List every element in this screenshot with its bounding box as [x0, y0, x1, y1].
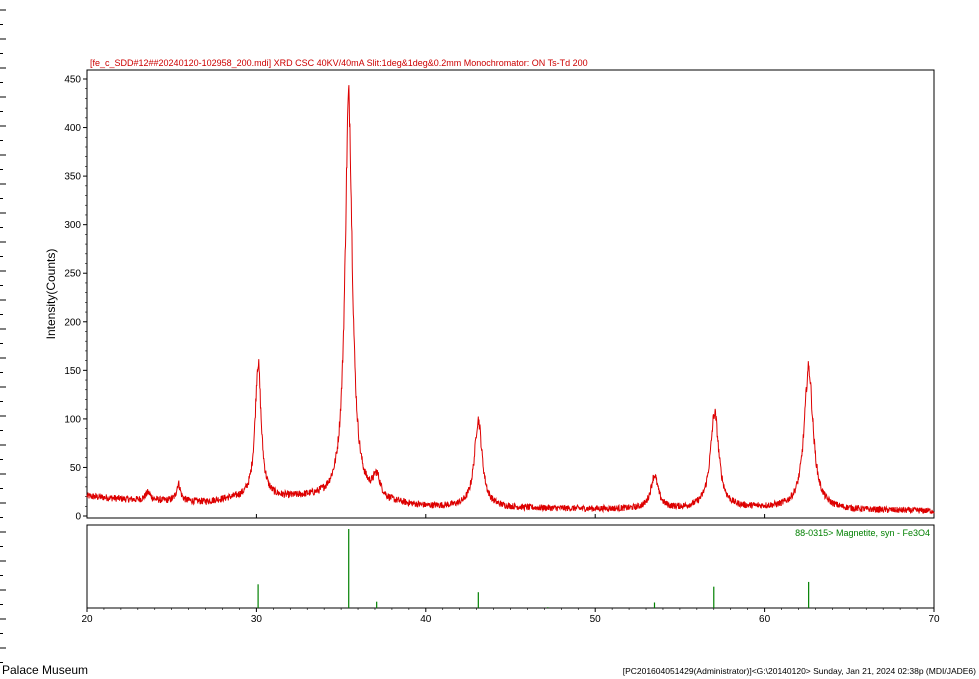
chart-title: [fe_c_SDD#12##20240120-102958_200.mdi] X… — [90, 58, 588, 68]
y-tick-label: 450 — [64, 75, 81, 86]
footer-institution: Palace Museum — [2, 663, 89, 677]
y-tick-label: 350 — [64, 172, 81, 183]
y-tick-label: 150 — [64, 366, 81, 377]
main-y-axis: 0 50 100 150 200 250 300 350 400 450 — [64, 75, 87, 523]
footer-file-info: [PC201604051429(Administrator)]<G:\20140… — [622, 666, 976, 676]
x-tick-label: 20 — [81, 614, 93, 625]
y-tick-label: 200 — [64, 317, 81, 328]
y-tick-label: 400 — [64, 123, 81, 134]
x-tick-label: 30 — [251, 614, 263, 625]
y-tick-label: 250 — [64, 269, 81, 280]
x-tick-label: 40 — [420, 614, 432, 625]
y-axis-label: Intensity(Counts) — [44, 249, 58, 340]
xrd-chart: [fe_c_SDD#12##20240120-102958_200.mdi] X… — [0, 9, 940, 663]
left-ruler — [0, 9, 6, 663]
main-plot-frame — [86, 69, 935, 519]
y-tick-label: 100 — [64, 414, 81, 425]
xrd-pattern-line — [86, 85, 935, 515]
reference-bars — [257, 529, 810, 608]
y-tick-label: 0 — [75, 512, 81, 523]
x-tick-label: 50 — [590, 614, 602, 625]
y-tick-label: 300 — [64, 220, 81, 231]
x-tick-label: 70 — [928, 614, 940, 625]
x-tick-label: 60 — [759, 614, 771, 625]
reference-card-label: 88-0315> Magnetite, syn - Fe3O4 — [795, 528, 930, 538]
y-tick-label: 50 — [70, 463, 82, 474]
